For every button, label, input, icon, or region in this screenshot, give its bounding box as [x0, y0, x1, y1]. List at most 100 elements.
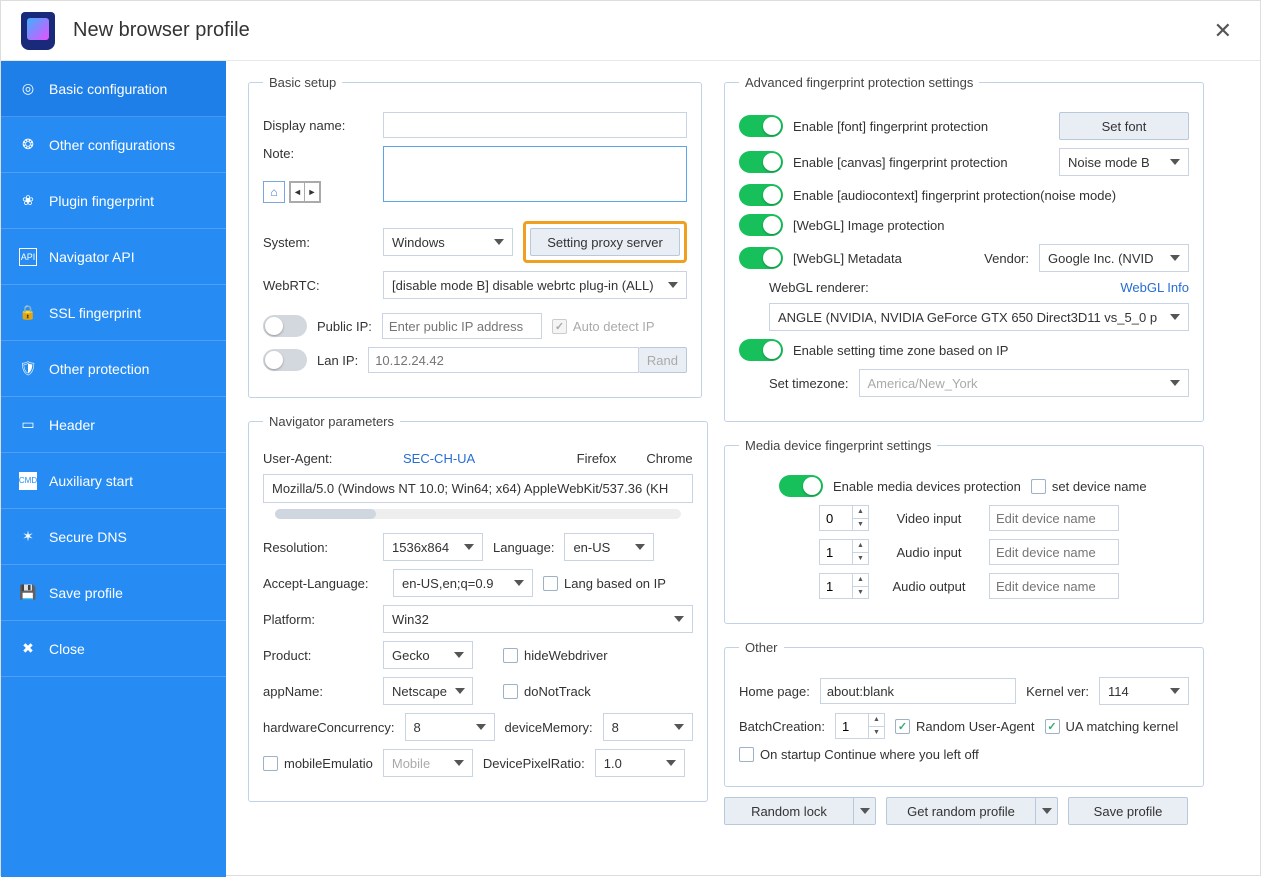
set-font-button[interactable]: Set font: [1059, 112, 1189, 140]
chrome-label[interactable]: Chrome: [646, 451, 692, 466]
lan-ip-toggle[interactable]: [263, 349, 307, 371]
auto-detect-checkbox[interactable]: Auto detect IP: [552, 319, 655, 334]
audioout-name-input[interactable]: [989, 573, 1119, 599]
sidebar-item-label: Other protection: [49, 361, 149, 377]
canvas-toggle[interactable]: [739, 151, 783, 173]
hide-webdriver-checkbox[interactable]: hideWebdriver: [503, 648, 608, 663]
advanced-legend: Advanced fingerprint protection settings: [739, 75, 979, 90]
batch-spinner[interactable]: ▲▼: [835, 713, 885, 739]
sidebar-item-navigator[interactable]: APINavigator API: [1, 229, 226, 285]
api-icon: API: [19, 248, 37, 266]
product-select[interactable]: Gecko: [383, 641, 473, 669]
kernel-select[interactable]: 114: [1099, 677, 1189, 705]
sidebar: ◎Basic configuration ❂ Other configuratio…: [1, 61, 226, 877]
mobile-emulation-checkbox[interactable]: mobileEmulatio: [263, 756, 373, 771]
platform-select[interactable]: Win32: [383, 605, 693, 633]
public-ip-toggle[interactable]: [263, 315, 307, 337]
lang-ip-checkbox[interactable]: Lang based on IP: [543, 576, 666, 591]
donottrack-checkbox[interactable]: doNotTrack: [503, 684, 591, 699]
public-ip-input[interactable]: [382, 313, 542, 339]
accept-lang-select[interactable]: en-US,en;q=0.9: [393, 569, 533, 597]
ua-match-kernel-checkbox[interactable]: UA matching kernel: [1045, 719, 1179, 734]
plugin-icon: ❀: [19, 192, 37, 210]
sec-ch-ua-link[interactable]: SEC-CH-UA: [403, 451, 475, 466]
random-ua-checkbox[interactable]: Random User-Agent: [895, 719, 1035, 734]
set-device-name-checkbox[interactable]: set device name: [1031, 479, 1147, 494]
vendor-select[interactable]: Google Inc. (NVID: [1039, 244, 1189, 272]
other-group: Other Home page: Kernel ver: 114 BatchCr…: [724, 640, 1204, 787]
video-count-spinner[interactable]: ▲▼: [819, 505, 869, 531]
media-toggle[interactable]: [779, 475, 823, 497]
device-memory-label: deviceMemory:: [505, 720, 593, 735]
sidebar-item-auxiliary[interactable]: CMDAuxiliary start: [1, 453, 226, 509]
sidebar-item-save[interactable]: 💾Save profile: [1, 565, 226, 621]
continue-startup-checkbox[interactable]: On startup Continue where you left off: [739, 747, 979, 762]
shield-icon: 🛡: [19, 360, 37, 378]
dpr-select[interactable]: 1.0: [595, 749, 685, 777]
sidebar-item-ssl[interactable]: 🔒 SSL fingerprint: [1, 285, 226, 341]
sidebar-item-label: SSL fingerprint: [49, 305, 141, 321]
vendor-label: Vendor:: [984, 251, 1029, 266]
webgl-info-link[interactable]: WebGL Info: [1120, 280, 1189, 295]
audio-toggle[interactable]: [739, 184, 783, 206]
firefox-label[interactable]: Firefox: [577, 451, 617, 466]
audioin-count-spinner[interactable]: ▲▼: [819, 539, 869, 565]
nav-prev-icon[interactable]: ◄: [290, 182, 305, 202]
save-icon: 💾: [19, 584, 37, 602]
sidebar-item-other-config[interactable]: ❂ Other configurations: [1, 117, 226, 173]
audioout-count-spinner[interactable]: ▲▼: [819, 573, 869, 599]
appname-select[interactable]: Netscape: [383, 677, 473, 705]
platform-label: Platform:: [263, 612, 373, 627]
nav-next-icon[interactable]: ►: [305, 182, 320, 202]
gear-icon: ❂: [19, 136, 37, 154]
sidebar-item-basic[interactable]: ◎Basic configuration: [1, 61, 226, 117]
sidebar-item-close[interactable]: ✖Close: [1, 621, 226, 677]
homepage-input[interactable]: [820, 678, 1016, 704]
canvas-mode-select[interactable]: Noise mode B: [1059, 148, 1189, 176]
sidebar-item-header[interactable]: ▭Header: [1, 397, 226, 453]
proxy-settings-button[interactable]: Setting proxy server: [530, 228, 680, 256]
sidebar-item-label: Other configurations: [49, 137, 175, 153]
webgl-meta-toggle[interactable]: [739, 247, 783, 269]
sidebar-item-other-protection[interactable]: 🛡 Other protection: [1, 341, 226, 397]
media-enable-label: Enable media devices protection: [833, 479, 1021, 494]
rand-button[interactable]: Rand: [639, 347, 687, 373]
ua-scrollbar[interactable]: [275, 509, 681, 519]
app-logo: [21, 12, 55, 50]
home-icon[interactable]: ⌂: [263, 181, 285, 203]
webgl-image-toggle[interactable]: [739, 214, 783, 236]
hw-concurrency-select[interactable]: 8: [405, 713, 495, 741]
note-input[interactable]: [383, 146, 687, 202]
media-group: Media device fingerprint settings Enable…: [724, 438, 1204, 624]
lan-ip-input[interactable]: [368, 347, 639, 373]
font-toggle[interactable]: [739, 115, 783, 137]
dpr-label: DevicePixelRatio:: [483, 756, 585, 771]
resolution-select[interactable]: 1536x864: [383, 533, 483, 561]
timezone-select[interactable]: America/New_York: [859, 369, 1190, 397]
sidebar-item-plugin[interactable]: ❀Plugin fingerprint: [1, 173, 226, 229]
resolution-label: Resolution:: [263, 540, 373, 555]
basic-legend: Basic setup: [263, 75, 342, 90]
lock-icon: 🔒: [19, 304, 37, 322]
sidebar-item-dns[interactable]: ✶Secure DNS: [1, 509, 226, 565]
user-agent-input[interactable]: Mozilla/5.0 (Windows NT 10.0; Win64; x64…: [263, 474, 693, 503]
display-name-input[interactable]: [383, 112, 687, 138]
random-lock-button[interactable]: Random lock: [724, 797, 876, 825]
language-select[interactable]: en-US: [564, 533, 654, 561]
public-ip-label: Public IP:: [317, 319, 372, 334]
system-select[interactable]: Windows: [383, 228, 513, 256]
audio-input-label: Audio input: [879, 545, 979, 560]
device-memory-select[interactable]: 8: [603, 713, 693, 741]
renderer-select[interactable]: ANGLE (NVIDIA, NVIDIA GeForce GTX 650 Di…: [769, 303, 1189, 331]
appname-label: appName:: [263, 684, 373, 699]
close-icon[interactable]: ✕: [1206, 14, 1240, 48]
timezone-toggle[interactable]: [739, 339, 783, 361]
mobile-select[interactable]: Mobile: [383, 749, 473, 777]
video-name-input[interactable]: [989, 505, 1119, 531]
get-random-profile-button[interactable]: Get random profile: [886, 797, 1058, 825]
advanced-group: Advanced fingerprint protection settings…: [724, 75, 1204, 422]
save-profile-button[interactable]: Save profile: [1068, 797, 1188, 825]
system-label: System:: [263, 235, 373, 250]
webrtc-select[interactable]: [disable mode B] disable webrtc plug-in …: [383, 271, 687, 299]
audioin-name-input[interactable]: [989, 539, 1119, 565]
